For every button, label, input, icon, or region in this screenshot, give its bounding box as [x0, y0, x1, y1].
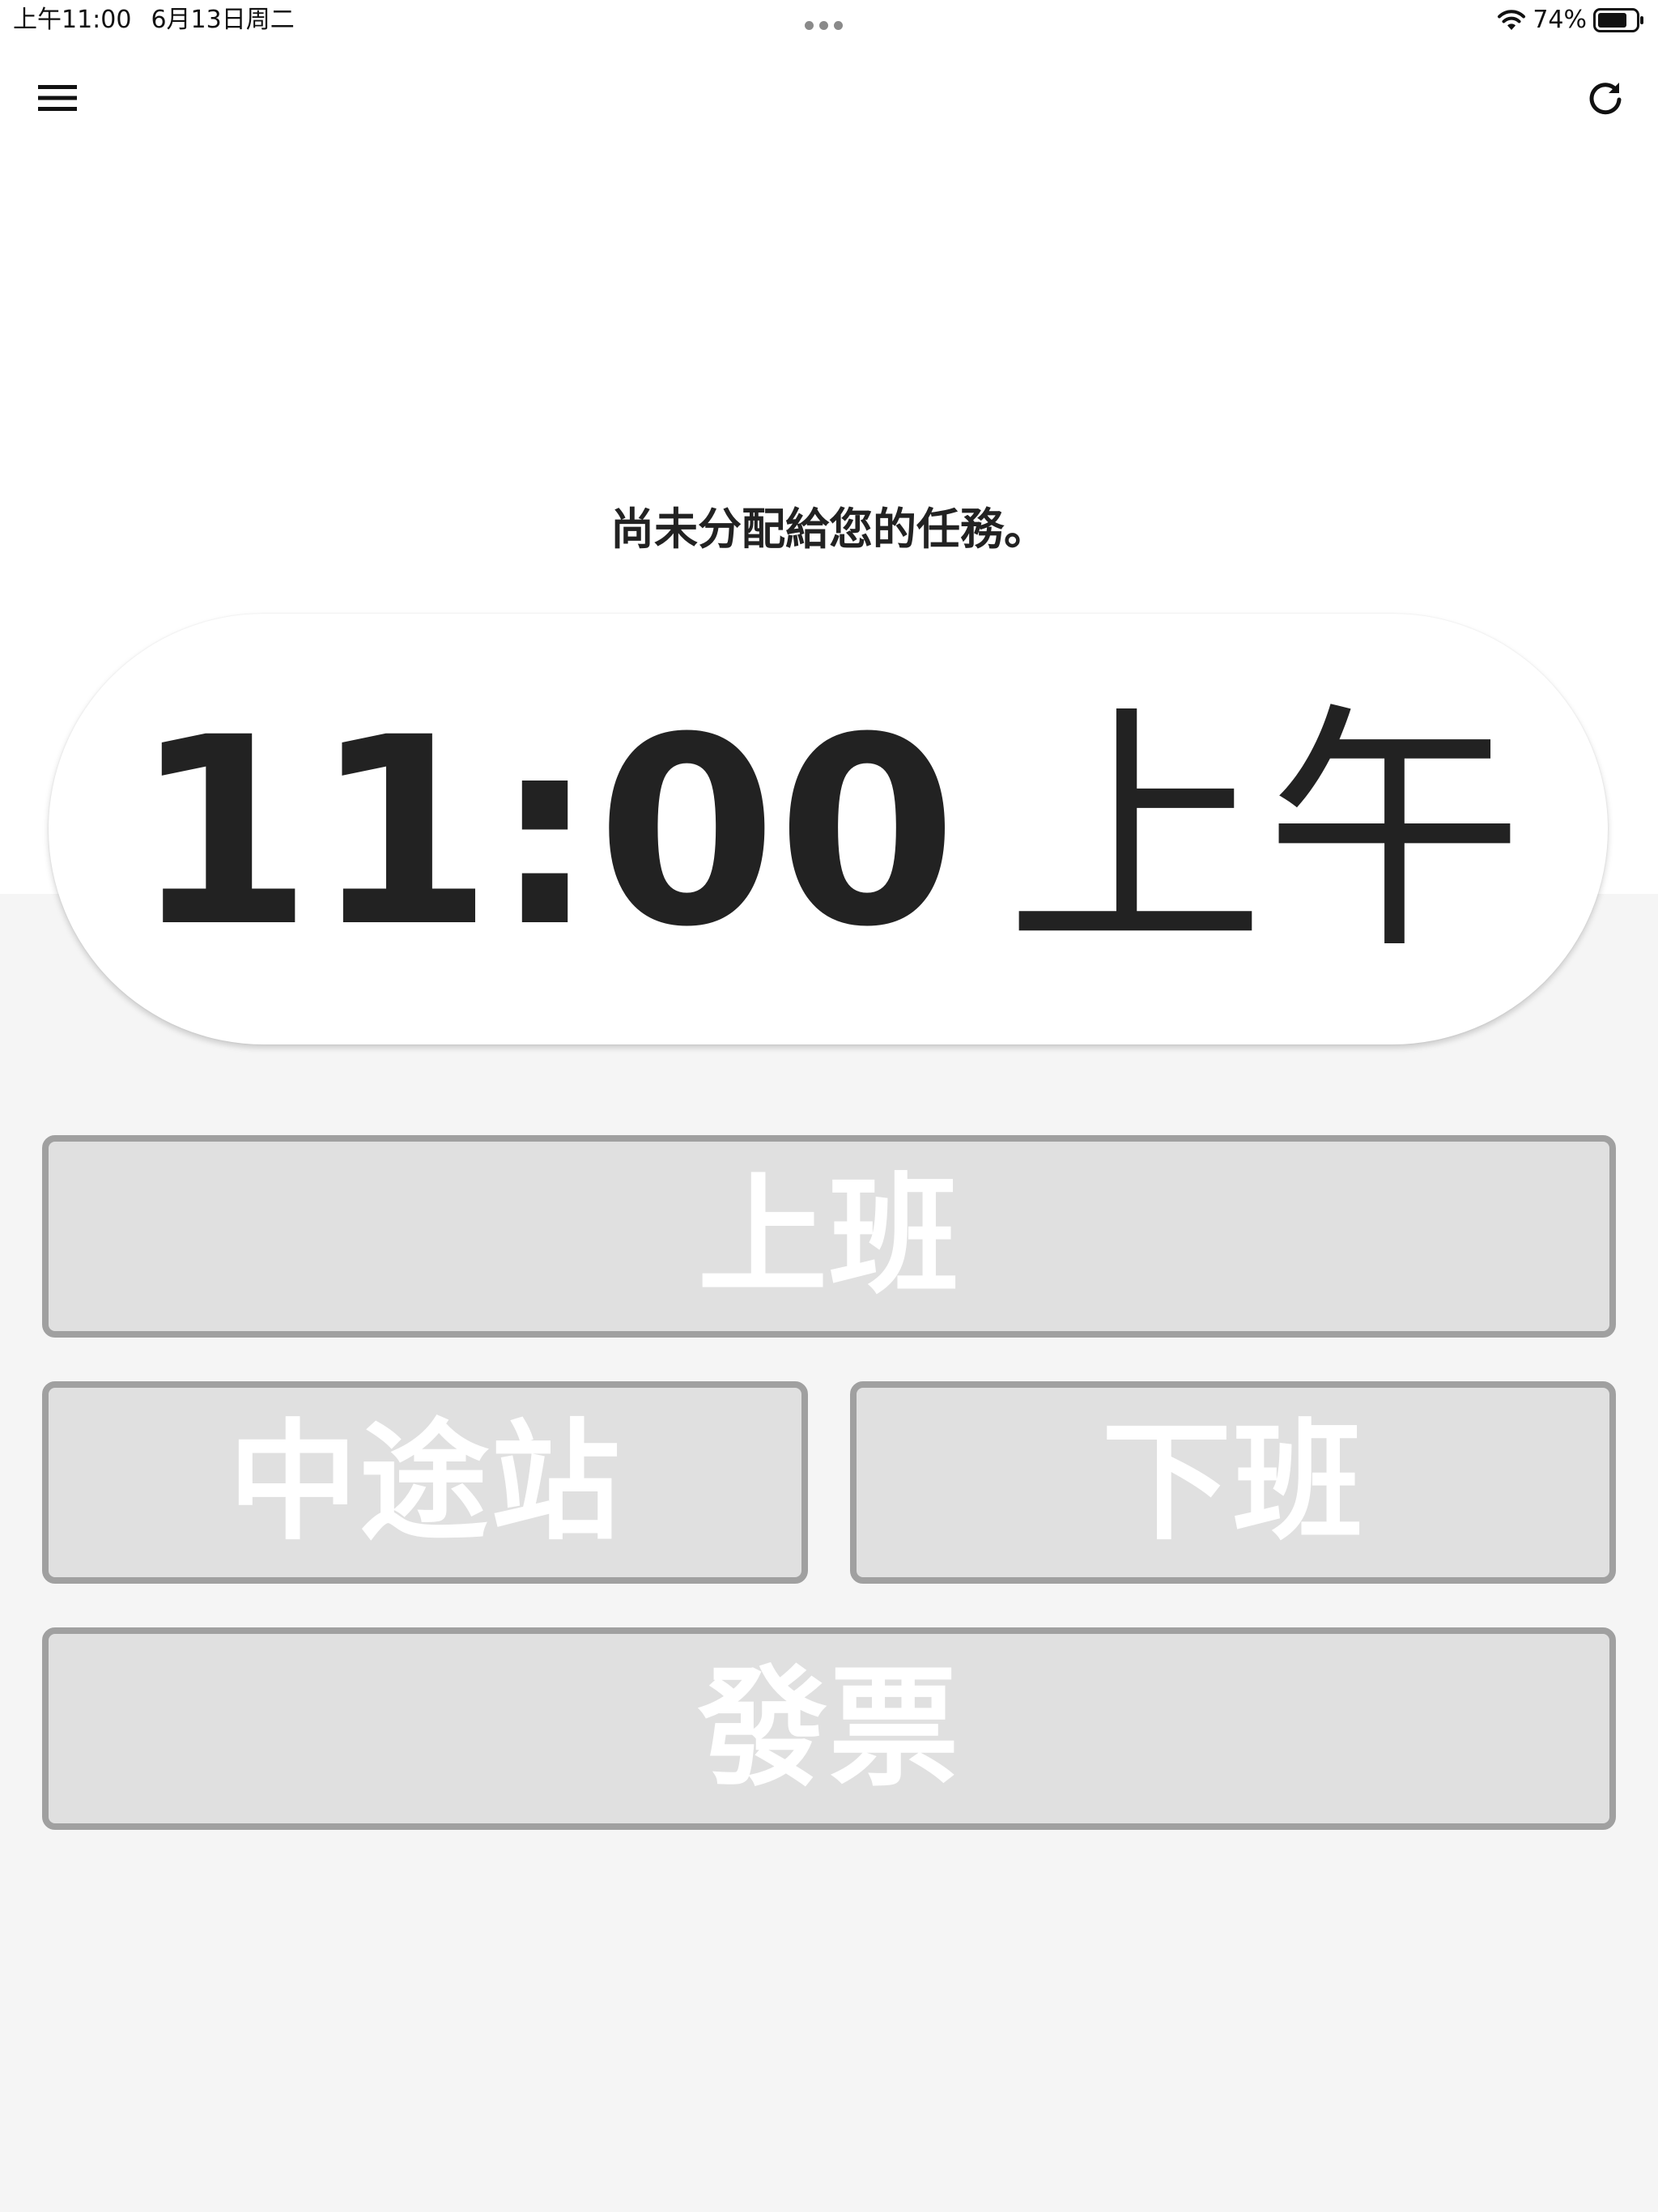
status-date: 6月13日周二 [151, 6, 295, 34]
refresh-icon [1589, 83, 1622, 115]
status-bar-left: 上午11:00 6月13日周二 [13, 5, 295, 36]
no-task-message: 尚未分配給您的任務。 [610, 504, 1048, 555]
status-bar-right: 74% [1497, 5, 1645, 36]
clock-in-button[interactable]: 上班 [42, 1135, 1616, 1338]
status-bar: 上午11:00 6月13日周二 74% [0, 0, 1658, 40]
clock-text: 11:00 上午 [133, 704, 1524, 963]
clock-ampm: 上午 [1005, 683, 1524, 984]
hamburger-menu-icon [38, 85, 77, 111]
clock-display: 11:00 上午 [49, 614, 1608, 1044]
invoice-label: 發票 [697, 1653, 960, 1804]
battery-icon [1593, 8, 1643, 32]
menu-button[interactable] [29, 73, 86, 123]
waypoint-button[interactable]: 中途站 [42, 1381, 808, 1584]
battery-percentage: 74% [1533, 6, 1587, 34]
waypoint-label: 中途站 [227, 1406, 622, 1558]
wifi-icon [1498, 10, 1526, 30]
status-time: 上午11:00 [13, 6, 132, 34]
clock-in-label: 上班 [697, 1160, 960, 1312]
clock-time: 11:00 [132, 683, 958, 984]
refresh-button[interactable] [1577, 73, 1634, 123]
invoice-button[interactable]: 發票 [42, 1627, 1616, 1830]
clock-out-label: 下班 [1101, 1406, 1364, 1558]
clock-out-button[interactable]: 下班 [850, 1381, 1616, 1584]
multitasking-dots-icon[interactable] [805, 18, 853, 30]
